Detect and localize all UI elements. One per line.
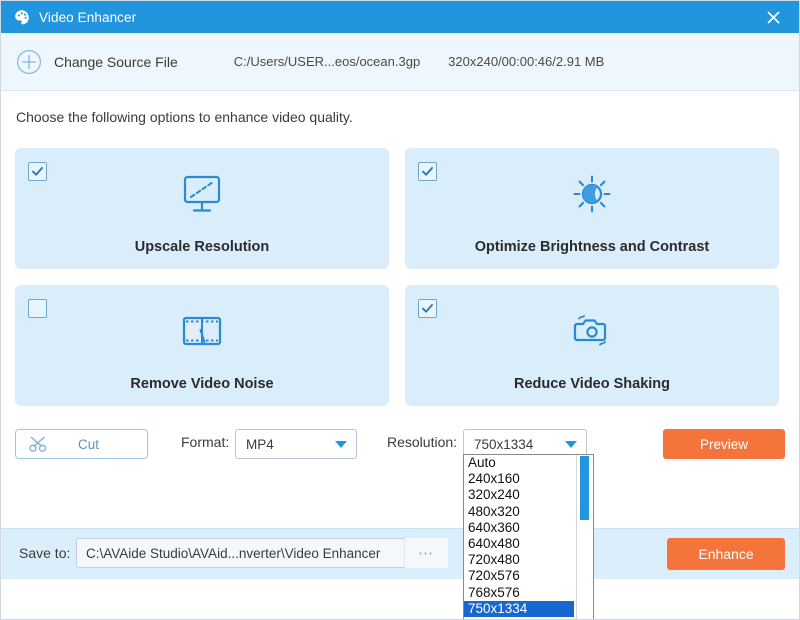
sun-brightness-icon [405, 172, 779, 220]
enhance-button[interactable]: Enhance [667, 538, 785, 570]
dropdown-option[interactable]: 640x480 [464, 536, 574, 552]
change-source-file-button[interactable]: Change Source File [54, 54, 178, 70]
dropdown-option[interactable]: 480x320 [464, 504, 574, 520]
option-card-reduce-video-shaking[interactable]: Reduce Video Shaking [405, 285, 779, 406]
save-to-label: Save to: [19, 545, 71, 561]
option-title: Optimize Brightness and Contrast [474, 239, 710, 255]
dropdown-option[interactable]: 720x480 [464, 552, 574, 568]
dropdown-option[interactable]: 240x160 [464, 471, 574, 487]
save-bar: Save to: ⋯ Enhance [1, 528, 799, 579]
titlebar: Video Enhancer [1, 1, 799, 33]
scissors-icon [28, 435, 50, 453]
source-file-meta: 320x240/00:00:46/2.91 MB [448, 54, 605, 69]
format-value: MP4 [246, 436, 274, 452]
format-label: Format: [181, 434, 230, 450]
format-select[interactable]: MP4 [235, 429, 357, 459]
option-card-remove-video-noise[interactable]: Remove Video Noise [15, 285, 389, 406]
enhance-options-grid: Upscale Resolution Optimize Brightness a… [15, 148, 787, 407]
close-icon[interactable] [755, 1, 791, 33]
instruction-text: Choose the following options to enhance … [16, 109, 353, 125]
resolution-label: Resolution: [387, 434, 458, 450]
palette-icon [13, 8, 31, 26]
dropdown-option[interactable]: 750x1334 [464, 600, 574, 617]
source-file-path: C:/Users/USER...eos/ocean.3gp [233, 54, 421, 69]
film-strip-icon [15, 309, 389, 357]
monitor-upscale-icon [15, 172, 389, 220]
dropdown-option[interactable]: 320x240 [464, 487, 574, 503]
resolution-dropdown-list[interactable]: Auto 240x160 320x240 480x320 640x360 640x480 7… [463, 454, 594, 619]
dropdown-option[interactable]: Auto [464, 455, 574, 471]
cut-button[interactable]: Cut [15, 429, 148, 459]
dropdown-option[interactable]: 640x360 [464, 520, 574, 536]
option-card-upscale-resolution[interactable]: Upscale Resolution [15, 148, 389, 269]
resolution-value: 750x1334 [474, 436, 534, 452]
dropdown-scrollbar-thumb[interactable] [580, 456, 589, 520]
chevron-down-icon [565, 441, 577, 448]
option-title: Reduce Video Shaking [513, 376, 671, 392]
option-title: Remove Video Noise [130, 376, 274, 392]
cut-button-label: Cut [77, 436, 99, 452]
chevron-down-icon [335, 441, 347, 448]
preview-button[interactable]: Preview [663, 429, 785, 459]
dropdown-scrollbar[interactable] [576, 455, 593, 619]
video-enhancer-window: Video Enhancer Change Source File C:/Use… [0, 0, 800, 620]
save-path-input[interactable] [76, 538, 448, 568]
dropdown-option[interactable]: 768x576 [464, 585, 574, 601]
dropdown-option[interactable]: 720x576 [464, 568, 574, 584]
option-card-optimize-brightness-contrast[interactable]: Optimize Brightness and Contrast [405, 148, 779, 269]
controls-row: Cut Format: MP4 Resolution: 750x1334 Pre… [1, 429, 799, 461]
camera-shake-icon [405, 309, 779, 357]
plus-circle-icon[interactable] [16, 49, 42, 75]
window-title: Video Enhancer [39, 9, 137, 25]
dropdown-options: Auto 240x160 320x240 480x320 640x360 640x480 7… [464, 455, 574, 617]
source-file-bar: Change Source File C:/Users/USER...eos/o… [1, 33, 799, 91]
browse-folder-button[interactable]: ⋯ [404, 538, 448, 568]
option-title: Upscale Resolution [134, 239, 270, 255]
